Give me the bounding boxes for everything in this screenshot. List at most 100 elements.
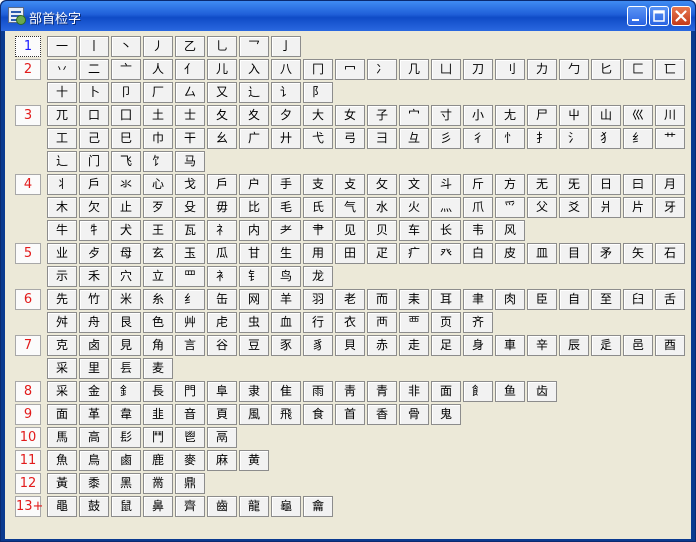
radical-button[interactable]: 非 (399, 381, 429, 402)
radical-button[interactable]: 马 (175, 151, 205, 172)
radical-button[interactable]: 示 (47, 266, 77, 287)
radical-button[interactable]: 十 (47, 82, 77, 103)
radical-button[interactable]: 耂 (271, 220, 301, 241)
radical-button[interactable]: 艮 (111, 312, 141, 333)
radical-button[interactable]: 刀 (463, 59, 493, 80)
radical-button[interactable]: 赤 (367, 335, 397, 356)
radical-button[interactable]: 身 (463, 335, 493, 356)
radical-button[interactable]: 黃 (47, 473, 77, 494)
radical-button[interactable]: 骨 (399, 404, 429, 425)
radical-button[interactable]: 水 (367, 197, 397, 218)
stroke-count-1[interactable]: 1 (15, 36, 41, 57)
radical-button[interactable]: 車 (495, 335, 525, 356)
radical-button[interactable]: 页 (431, 312, 461, 333)
radical-button[interactable]: 辵 (591, 335, 621, 356)
radical-button[interactable]: 匸 (655, 59, 685, 80)
radical-button[interactable]: 女 (335, 105, 365, 126)
radical-button[interactable]: 氏 (303, 197, 333, 218)
radical-button[interactable]: 爪 (463, 197, 493, 218)
radical-button[interactable]: 匕 (591, 59, 621, 80)
radical-button[interactable]: 用 (303, 243, 333, 264)
radical-button[interactable]: 戈 (175, 174, 205, 195)
radical-button[interactable]: 彡 (431, 128, 461, 149)
radical-button[interactable]: 首 (335, 404, 365, 425)
radical-button[interactable]: 見 (111, 335, 141, 356)
radical-button[interactable]: 纟 (175, 289, 205, 310)
radical-button[interactable]: 衣 (335, 312, 365, 333)
radical-button[interactable]: 黑 (111, 473, 141, 494)
radical-button[interactable]: 舛 (47, 312, 77, 333)
radical-button[interactable]: 米 (111, 289, 141, 310)
minimize-button[interactable] (627, 6, 647, 26)
radical-button[interactable]: 彑 (399, 128, 429, 149)
radical-button[interactable]: 龠 (303, 496, 333, 517)
radical-button[interactable]: 齊 (175, 496, 205, 517)
radical-button[interactable]: 韭 (143, 404, 173, 425)
radical-button[interactable]: 镸 (111, 358, 141, 379)
radical-button[interactable]: 匚 (623, 59, 653, 80)
close-button[interactable] (671, 6, 691, 26)
radical-button[interactable]: 土 (143, 105, 173, 126)
radical-button[interactable]: 文 (399, 174, 429, 195)
radical-button[interactable]: 肉 (495, 289, 525, 310)
radical-button[interactable]: 爻 (559, 197, 589, 218)
radical-button[interactable]: 厶 (175, 82, 205, 103)
radical-button[interactable]: 矢 (623, 243, 653, 264)
radical-button[interactable]: 氵 (559, 128, 589, 149)
radical-button[interactable]: 乙 (175, 36, 205, 57)
radical-button[interactable]: 彐 (367, 128, 397, 149)
radical-button[interactable]: 冖 (335, 59, 365, 80)
radical-button[interactable]: 歹 (143, 197, 173, 218)
radical-button[interactable]: 木 (47, 197, 77, 218)
radical-button[interactable]: 火 (399, 197, 429, 218)
radical-button[interactable]: 廾 (271, 128, 301, 149)
stroke-count-5[interactable]: 5 (15, 243, 41, 264)
radical-button[interactable]: 钅 (239, 266, 269, 287)
radical-button[interactable]: 尸 (527, 105, 557, 126)
radical-button[interactable]: 风 (495, 220, 525, 241)
radical-button[interactable]: 无 (527, 174, 557, 195)
radical-button[interactable]: 血 (271, 312, 301, 333)
radical-button[interactable]: 攵 (367, 174, 397, 195)
radical-button[interactable]: 夂 (207, 105, 237, 126)
radical-button[interactable]: 食 (303, 404, 333, 425)
radical-button[interactable]: 麻 (207, 450, 237, 471)
radical-button[interactable]: 疋 (367, 243, 397, 264)
radical-button[interactable]: 豸 (303, 335, 333, 356)
radical-button[interactable]: 戶 (79, 174, 109, 195)
radical-button[interactable]: 釒 (111, 381, 141, 402)
radical-button[interactable]: 扌 (527, 128, 557, 149)
radical-button[interactable]: 八 (271, 59, 301, 80)
stroke-count-6[interactable]: 6 (15, 289, 41, 310)
radical-button[interactable]: 卩 (111, 82, 141, 103)
radical-button[interactable]: 牜 (79, 220, 109, 241)
radical-button[interactable]: 黍 (79, 473, 109, 494)
radical-button[interactable]: 夊 (239, 105, 269, 126)
radical-button[interactable]: 里 (79, 358, 109, 379)
radical-button[interactable]: 龙 (303, 266, 333, 287)
radical-button[interactable]: 瓜 (207, 243, 237, 264)
radical-button[interactable]: 罒 (175, 266, 205, 287)
radical-button[interactable]: 儿 (207, 59, 237, 80)
radical-button[interactable]: 音 (175, 404, 205, 425)
radical-button[interactable]: 寸 (431, 105, 461, 126)
radical-button[interactable]: 攴 (335, 174, 365, 195)
radical-button[interactable]: 灬 (431, 197, 461, 218)
radical-button[interactable]: 爿 (591, 197, 621, 218)
radical-button[interactable]: 入 (239, 59, 269, 80)
stroke-count-12[interactable]: 12 (15, 473, 41, 494)
radical-button[interactable]: 艹 (655, 128, 685, 149)
radical-button[interactable]: 阝 (303, 82, 333, 103)
radical-button[interactable]: 勹 (559, 59, 589, 80)
radical-button[interactable]: 貝 (335, 335, 365, 356)
radical-button[interactable]: 齿 (527, 381, 557, 402)
radical-button[interactable]: 旡 (559, 174, 589, 195)
radical-button[interactable]: 齒 (207, 496, 237, 517)
radical-button[interactable]: 穴 (111, 266, 141, 287)
radical-button[interactable]: 斤 (463, 174, 493, 195)
radical-button[interactable]: 皿 (527, 243, 557, 264)
radical-button[interactable]: 黹 (143, 473, 173, 494)
radical-button[interactable]: 走 (399, 335, 429, 356)
radical-button[interactable]: 克 (47, 335, 77, 356)
radical-button[interactable]: 月 (655, 174, 685, 195)
